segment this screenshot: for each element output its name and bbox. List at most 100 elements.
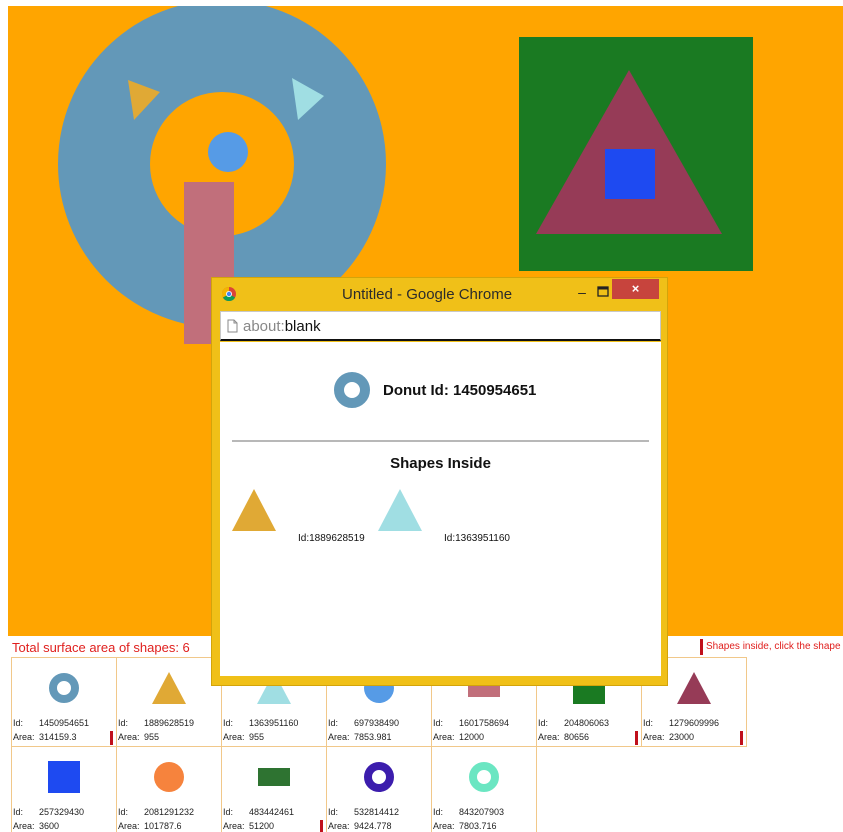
shape-id-row: Id: 697938490 — [328, 716, 399, 730]
shape-id-label: Id: — [13, 807, 24, 817]
shape-area-value: 51200 — [249, 821, 275, 831]
shape-area-label: Area: — [538, 732, 560, 742]
shape-id-label: Id: — [223, 718, 234, 728]
circle-icon — [154, 762, 184, 792]
shape-id-row: Id: 1450954651 — [13, 716, 89, 730]
inside-triangle-icon — [232, 489, 276, 531]
shape-area-row: Area: 101787.6 — [118, 819, 194, 832]
shape-id-row: Id: 1889628519 — [118, 716, 194, 730]
shape-thumbnail — [432, 747, 536, 799]
shape-area-label: Area: — [13, 732, 35, 742]
shape-card[interactable]: Id: 257329430 Area: 3600 — [11, 746, 117, 832]
shape-id-value: 1450954651 — [39, 718, 90, 728]
shape-area-row: Area: 23000 — [643, 730, 719, 744]
shape-card-details: Id: 257329430 Area: 3600 — [13, 805, 84, 832]
url-scheme: about: — [243, 318, 285, 335]
shape-id-value: 1601758694 — [459, 718, 510, 728]
shape-id-label: Id: — [433, 718, 444, 728]
shape-card-details: Id: 843207903 Area: 7803.716 — [433, 805, 504, 832]
popup-content: Donut Id: 1450954651 Shapes Inside Id:18… — [220, 342, 661, 676]
shape-area-row: Area: 7853.981 — [328, 730, 399, 744]
minimize-button[interactable]: – — [572, 284, 592, 302]
shape-id-value: 2081291232 — [144, 807, 195, 817]
close-button[interactable]: × — [612, 279, 659, 299]
shape-id-value: 257329430 — [39, 807, 85, 817]
url-path: blank — [284, 318, 321, 335]
shape-area-label: Area: — [13, 821, 35, 831]
canvas-circle[interactable] — [208, 132, 248, 172]
shape-id-row: Id: 1601758694 — [433, 716, 509, 730]
shapes-inside-heading: Shapes Inside — [390, 455, 491, 472]
shape-id-value: 204806063 — [564, 718, 610, 728]
rectangle-icon — [258, 768, 290, 786]
shape-id-label: Id: — [118, 718, 129, 728]
shape-id-label: Id: — [538, 718, 549, 728]
popup-window[interactable]: Untitled - Google Chrome – × about:blank… — [211, 277, 668, 686]
shape-id-label: Id: — [13, 718, 24, 728]
inside-shape-id[interactable]: Id:1363951160 — [444, 533, 510, 544]
shape-area-value: 7853.981 — [354, 732, 392, 742]
donut-icon — [364, 762, 394, 792]
address-text: about:blank — [243, 318, 321, 335]
shape-area-row: Area: 955 — [118, 730, 194, 744]
maximize-button[interactable] — [593, 284, 613, 302]
popup-heading: Donut Id: 1450954651 — [383, 382, 537, 399]
shape-area-label: Area: — [118, 732, 140, 742]
shape-card[interactable]: Id: 2081291232 Area: 101787.6 — [116, 746, 222, 832]
donut-icon — [469, 762, 499, 792]
shape-card-details: Id: 204806063 Area: 80656 — [538, 716, 609, 744]
shape-id-label: Id: — [328, 718, 339, 728]
canvas-blue-square[interactable] — [605, 149, 655, 199]
shape-thumbnail — [12, 658, 116, 710]
selection-marker — [320, 820, 323, 832]
shape-area-value: 7803.716 — [459, 821, 497, 831]
donut-icon — [334, 372, 370, 408]
shape-id-label: Id: — [433, 807, 444, 817]
donut-icon — [49, 673, 79, 703]
popup-title: Untitled - Google Chrome — [342, 286, 513, 303]
shape-area-value: 955 — [144, 732, 160, 742]
shape-thumbnail — [12, 747, 116, 799]
shape-id-row: Id: 483442461 — [223, 805, 294, 819]
shape-card[interactable]: Id: 483442461 Area: 51200 — [221, 746, 327, 832]
shape-area-value: 23000 — [669, 732, 695, 742]
shape-card-details: Id: 1889628519 Area: 955 — [118, 716, 194, 744]
address-bar[interactable]: about:blank — [220, 311, 661, 341]
shape-thumbnail — [327, 747, 431, 799]
shape-card-details: Id: 697938490 Area: 7853.981 — [328, 716, 399, 744]
shape-id-value: 1279609996 — [669, 718, 720, 728]
shape-area-row: Area: 12000 — [433, 730, 509, 744]
shape-area-value: 955 — [249, 732, 265, 742]
popup-titlebar[interactable]: Untitled - Google Chrome – × — [212, 278, 667, 310]
shape-area-row: Area: 955 — [223, 730, 298, 744]
shape-id-value: 1363951160 — [249, 718, 299, 728]
shape-id-value: 1889628519 — [144, 718, 195, 728]
shape-area-label: Area: — [328, 732, 350, 742]
shape-card[interactable]: Id: 1450954651 Area: 314159.3 — [11, 657, 117, 747]
shape-area-label: Area: — [223, 732, 245, 742]
shape-card-details: Id: 483442461 Area: 51200 — [223, 805, 294, 832]
shape-id-value: 483442461 — [249, 807, 295, 817]
shape-id-label: Id: — [643, 718, 654, 728]
shape-area-label: Area: — [223, 821, 245, 831]
shape-id-label: Id: — [118, 807, 129, 817]
shape-card-details: Id: 532814412 Area: 9424.778 — [328, 805, 399, 832]
selection-marker — [635, 731, 638, 745]
total-area-label: Total surface area of shapes: 6 — [12, 640, 190, 655]
inside-shape-id[interactable]: Id:1889628519 — [298, 533, 365, 544]
shape-card[interactable]: Id: 1889628519 Area: 955 — [116, 657, 222, 747]
shape-card-details: Id: 1450954651 Area: 314159.3 — [13, 716, 89, 744]
shape-area-label: Area: — [643, 732, 665, 742]
shape-area-row: Area: 9424.778 — [328, 819, 399, 832]
page-icon — [227, 319, 238, 333]
chrome-icon — [222, 287, 236, 301]
shape-card[interactable]: Id: 532814412 Area: 9424.778 — [326, 746, 432, 832]
shape-area-label: Area: — [118, 821, 140, 831]
triangle-icon — [152, 672, 186, 704]
shape-area-value: 12000 — [459, 732, 485, 742]
shape-id-row: Id: 204806063 — [538, 716, 609, 730]
shape-card[interactable]: Id: 843207903 Area: 7803.716 — [431, 746, 537, 832]
shape-thumbnail — [222, 747, 326, 799]
popup-divider — [232, 440, 649, 442]
maximize-icon — [597, 286, 609, 297]
